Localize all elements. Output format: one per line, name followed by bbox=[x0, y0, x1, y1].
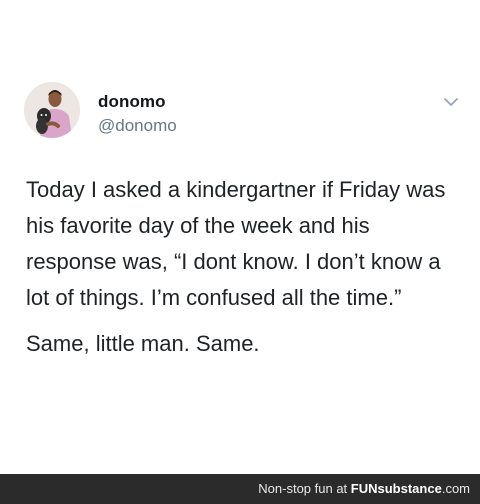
brand-logo-fun: FUN bbox=[350, 481, 378, 496]
brand-logo-substance: substance bbox=[377, 481, 442, 496]
brand-domain: .com bbox=[441, 481, 470, 496]
tweet-card: donomo @donomo Today I asked a kindergar… bbox=[0, 0, 480, 474]
tweet-text: Today I asked a kindergartner if Friday … bbox=[26, 172, 466, 372]
chevron-down-icon[interactable] bbox=[442, 95, 460, 109]
footer-tagline: Non-stop fun at bbox=[258, 481, 348, 496]
display-name[interactable]: donomo bbox=[98, 92, 166, 112]
user-handle[interactable]: @donomo bbox=[98, 116, 177, 136]
tweet-paragraph: Today I asked a kindergartner if Friday … bbox=[26, 177, 446, 310]
profile-photo-icon bbox=[24, 82, 80, 138]
avatar[interactable] bbox=[24, 82, 80, 138]
tweet-paragraph: Same, little man. Same. bbox=[26, 331, 260, 356]
footer-text: Non-stop fun at FUNsubstance.com bbox=[258, 481, 470, 496]
watermark-footer: Non-stop fun at FUNsubstance.com bbox=[0, 474, 480, 504]
